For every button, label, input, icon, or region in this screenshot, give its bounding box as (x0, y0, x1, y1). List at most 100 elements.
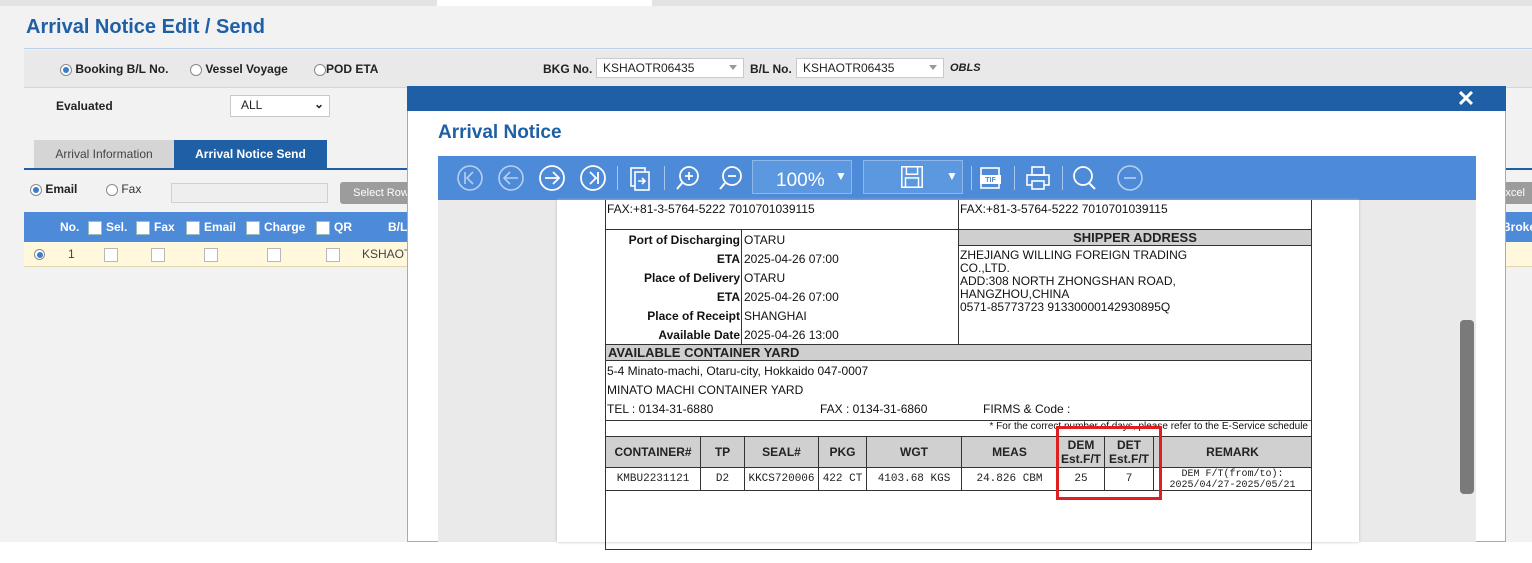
browser-tab-strip (0, 0, 1532, 6)
row-sel-checkbox[interactable] (104, 242, 118, 266)
search-bar: Booking B/L No. Vessel Voyage POD ETA BK… (24, 50, 1532, 88)
tab-arrival-information[interactable]: Arrival Information (34, 140, 174, 168)
zoom-out-icon[interactable] (717, 164, 745, 192)
th-seal: SEAL# (744, 436, 819, 468)
checkbox-icon[interactable] (326, 247, 340, 262)
recipient-input[interactable] (171, 183, 328, 203)
td-container: KMBU2231121 (605, 467, 701, 491)
zoom-select[interactable]: 100% ▼ (752, 160, 852, 194)
field-label: Place of Receipt (647, 309, 740, 323)
radio-icon[interactable] (314, 63, 326, 76)
col-charge[interactable]: Charge (246, 212, 305, 242)
yard-name: MINATO MACHI CONTAINER YARD (607, 383, 804, 397)
checkbox-icon[interactable] (151, 247, 165, 262)
save-select[interactable]: ▼ (863, 160, 963, 194)
col-fax[interactable]: Fax (136, 212, 175, 242)
th-pkg: PKG (818, 436, 867, 468)
export-icon[interactable] (626, 164, 654, 192)
bl-no-label: B/L No. (750, 62, 792, 76)
col-qr[interactable]: QR (316, 212, 352, 242)
row-qr-checkbox[interactable] (326, 242, 340, 266)
page-title: Arrival Notice Edit / Send (26, 16, 265, 38)
first-page-icon[interactable] (456, 164, 484, 192)
search-close-icon[interactable] (1116, 164, 1144, 192)
col-bl: B/L (388, 220, 408, 234)
col-sel[interactable]: Sel. (88, 212, 127, 242)
radio-email[interactable]: Email (30, 182, 77, 196)
checkbox-icon[interactable] (267, 247, 281, 262)
row-email-checkbox[interactable] (204, 242, 218, 266)
yard-fax: FAX : 0134-31-6860 (820, 402, 928, 416)
chevron-down-icon[interactable]: ▼ (946, 169, 958, 183)
chevron-down-icon[interactable] (929, 65, 937, 70)
tab-arrival-notice-send[interactable]: Arrival Notice Send (174, 140, 327, 168)
td-remark-line1: DEM F/T(from/to): (1181, 469, 1284, 480)
last-page-icon[interactable] (579, 164, 607, 192)
checkbox-icon[interactable] (316, 220, 330, 235)
field-value: 2025-04-26 07:00 (744, 290, 839, 304)
td-wgt: 4103.68 KGS (866, 467, 962, 491)
radio-icon[interactable] (60, 63, 72, 76)
checkbox-icon[interactable] (204, 247, 218, 262)
checkbox-icon[interactable] (186, 220, 200, 235)
radio-booking-bl[interactable]: Booking B/L No. (60, 62, 168, 76)
col-qr-label: QR (334, 220, 352, 234)
radio-vessel-voyage[interactable]: Vessel Voyage (190, 62, 288, 76)
zoom-value: 100% (776, 170, 825, 191)
radio-icon[interactable] (34, 249, 45, 261)
checkbox-icon[interactable] (246, 220, 260, 235)
chevron-down-icon[interactable] (729, 65, 737, 70)
row-fax-checkbox[interactable] (151, 242, 165, 266)
close-icon[interactable]: ✕ (1455, 86, 1477, 111)
radio-fax[interactable]: Fax (106, 182, 141, 196)
highlight-box (1056, 426, 1162, 500)
radio-email-label: Email (45, 182, 78, 196)
svg-text:TIF: TIF (985, 177, 996, 184)
checkbox-icon[interactable] (104, 247, 118, 262)
yard-firms: FIRMS & Code : (983, 402, 1071, 416)
zoom-in-icon[interactable] (674, 164, 702, 192)
td-remark: DEM F/T(from/to): 2025/04/27-2025/05/21 (1153, 467, 1312, 491)
title-divider (24, 48, 1532, 49)
save-icon[interactable] (899, 164, 925, 193)
th-remark: REMARK (1153, 436, 1312, 468)
col-email[interactable]: Email (186, 212, 236, 242)
modal-title: Arrival Notice (438, 122, 562, 143)
yard-title: AVAILABLE CONTAINER YARD (605, 344, 1312, 361)
col-fax-label: Fax (154, 220, 175, 234)
search-icon[interactable] (1071, 164, 1099, 192)
active-browser-tab[interactable] (437, 0, 652, 6)
radio-icon[interactable] (30, 183, 42, 196)
toolbar-separator (1014, 166, 1015, 190)
vertical-scrollbar[interactable] (1460, 320, 1474, 494)
col-sel-label: Sel. (106, 220, 128, 234)
modal-titlebar (407, 86, 1506, 111)
bkg-no-select[interactable]: KSHAOTR06435 (596, 58, 744, 78)
chevron-down-icon[interactable]: ⌄ (314, 97, 324, 111)
td-meas: 24.826 CBM (961, 467, 1058, 491)
col-charge-label: Charge (264, 220, 306, 234)
print-icon[interactable] (1024, 164, 1052, 192)
prev-page-icon[interactable] (497, 164, 525, 192)
checkbox-icon[interactable] (136, 220, 150, 235)
field-value: 2025-04-26 13:00 (744, 328, 839, 342)
field-label: Port of Discharging (628, 233, 740, 247)
col-broker: Broke (1502, 220, 1532, 234)
th-tp: TP (700, 436, 745, 468)
evaluated-select[interactable]: ALL ⌄ (230, 95, 330, 117)
row-radio[interactable] (34, 242, 45, 266)
radio-pod-eta[interactable]: POD ETA (314, 62, 378, 76)
toolbar-separator (617, 166, 618, 190)
chevron-down-icon[interactable]: ▼ (835, 169, 847, 183)
field-value: OTARU (744, 233, 786, 247)
tif-icon[interactable]: TIF (977, 164, 1005, 192)
bl-no-select[interactable]: KSHAOTR06435 (796, 58, 944, 78)
next-page-icon[interactable] (538, 164, 566, 192)
td-pkg: 422 CT (818, 467, 867, 491)
radio-icon[interactable] (190, 63, 202, 76)
table-empty-area (605, 490, 1312, 550)
row-charge-checkbox[interactable] (267, 242, 281, 266)
checkbox-icon[interactable] (88, 220, 102, 235)
radio-icon[interactable] (106, 183, 118, 196)
field-value: OTARU (744, 271, 786, 285)
